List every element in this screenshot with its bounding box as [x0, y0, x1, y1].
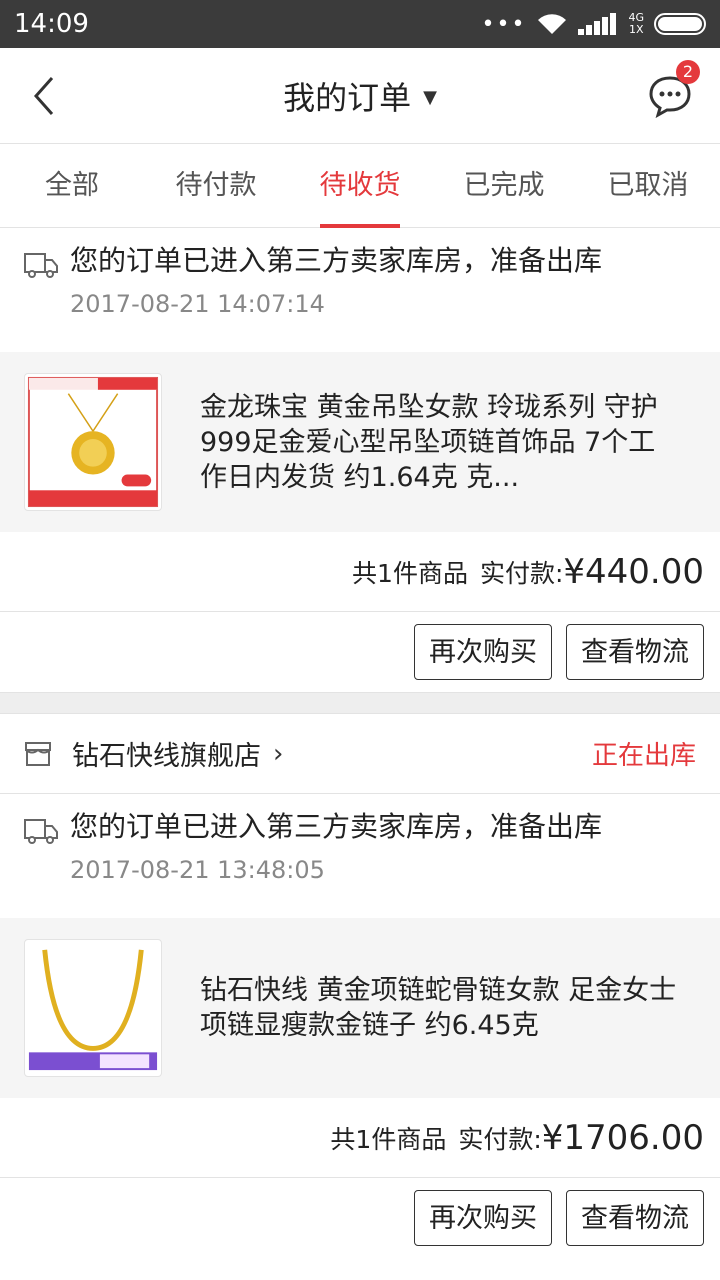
page-title[interactable]: 我的订单 ▼ [0, 73, 720, 119]
track-shipment-button[interactable]: 查看物流 [566, 1190, 704, 1246]
order-actions: 再次购买 查看物流 [0, 612, 720, 692]
signal-icon [578, 13, 617, 35]
order-status: 正在出库 [591, 741, 696, 771]
tab-pending-payment[interactable]: 待付款 [144, 144, 288, 227]
logistics-text: 您的订单已进入第三方卖家库房，准备出库 [70, 810, 603, 843]
rebuy-button[interactable]: 再次购买 [414, 1190, 552, 1246]
order-card: 您的订单已进入第三方卖家库房，准备出库 2017-08-21 14:07:14 … [0, 228, 720, 692]
order-actions: 再次购买 查看物流 [0, 1178, 720, 1258]
more-dots-icon: ••• [481, 11, 527, 37]
status-icons: ••• 4G 1X [482, 12, 706, 37]
truck-icon [24, 253, 58, 278]
tab-pending-receipt[interactable]: 待收货 [288, 144, 432, 228]
store-icon [25, 741, 51, 766]
store-row[interactable]: 钻石快线旗舰店 › 正在出库 [0, 714, 720, 794]
truck-icon [24, 819, 58, 844]
item-count: 共1件商品 [352, 558, 468, 588]
rebuy-button[interactable]: 再次购买 [414, 624, 552, 680]
section-divider [0, 692, 720, 714]
paid-label: 实付款: [458, 1124, 542, 1154]
order-card: 钻石快线旗舰店 › 正在出库 您的订单已进入第三方卖家库房，准备出库 2017-… [0, 714, 720, 1258]
order-tabs: 全部 待付款 待收货 已完成 已取消 [0, 144, 720, 228]
logistics-text: 您的订单已进入第三方卖家库房，准备出库 [70, 244, 603, 277]
logistics-time: 2017-08-21 13:48:05 [70, 856, 325, 884]
network-label: 4G 1X [628, 12, 644, 36]
order-price: ¥440.00 [563, 551, 704, 592]
tab-cancelled[interactable]: 已取消 [576, 144, 720, 227]
sim-label: 1X [628, 23, 644, 36]
status-time: 14:09 [14, 9, 89, 39]
product-name: 钻石快线 黄金项链蛇骨链女款 足金女士项链显瘦款金链子 约6.45克 [200, 975, 677, 1041]
tab-completed[interactable]: 已完成 [432, 144, 576, 227]
order-price: ¥1706.00 [541, 1117, 704, 1158]
message-badge: 2 [676, 59, 700, 84]
item-count: 共1件商品 [330, 1124, 447, 1154]
battery-icon [654, 13, 706, 35]
back-arrow-icon[interactable] [32, 76, 56, 116]
logistics-info[interactable]: 您的订单已进入第三方卖家库房，准备出库 2017-08-21 13:48:05 [0, 794, 720, 918]
wifi-icon [538, 14, 567, 34]
product-image [24, 373, 162, 511]
logistics-time: 2017-08-21 14:07:14 [70, 290, 325, 318]
order-summary: 共1件商品 实付款: ¥1706.00 [0, 1098, 720, 1178]
status-bar: 14:09 ••• 4G 1X [0, 0, 720, 48]
product-name: 金龙珠宝 黄金吊坠女款 玲珑系列 守护 999足金爱心型吊坠项链首饰品 7个工作… [200, 391, 658, 493]
app-header: 我的订单 ▼ 2 [0, 48, 720, 144]
dropdown-caret-icon: ▼ [423, 86, 437, 108]
message-button[interactable]: 2 [648, 59, 700, 118]
track-shipment-button[interactable]: 查看物流 [566, 624, 704, 680]
product-image [24, 939, 162, 1077]
store-name: 钻石快线旗舰店 [72, 741, 261, 772]
product-row[interactable]: 金龙珠宝 黄金吊坠女款 玲珑系列 守护 999足金爱心型吊坠项链首饰品 7个工作… [0, 352, 720, 532]
logistics-info[interactable]: 您的订单已进入第三方卖家库房，准备出库 2017-08-21 14:07:14 [0, 228, 720, 352]
order-summary: 共1件商品 实付款: ¥440.00 [0, 532, 720, 612]
page-title-text: 我的订单 [283, 78, 412, 117]
chevron-right-icon: › [273, 738, 284, 769]
product-row[interactable]: 钻石快线 黄金项链蛇骨链女款 足金女士项链显瘦款金链子 约6.45克 [0, 918, 720, 1098]
tab-all[interactable]: 全部 [0, 144, 144, 227]
paid-label: 实付款: [479, 558, 564, 588]
